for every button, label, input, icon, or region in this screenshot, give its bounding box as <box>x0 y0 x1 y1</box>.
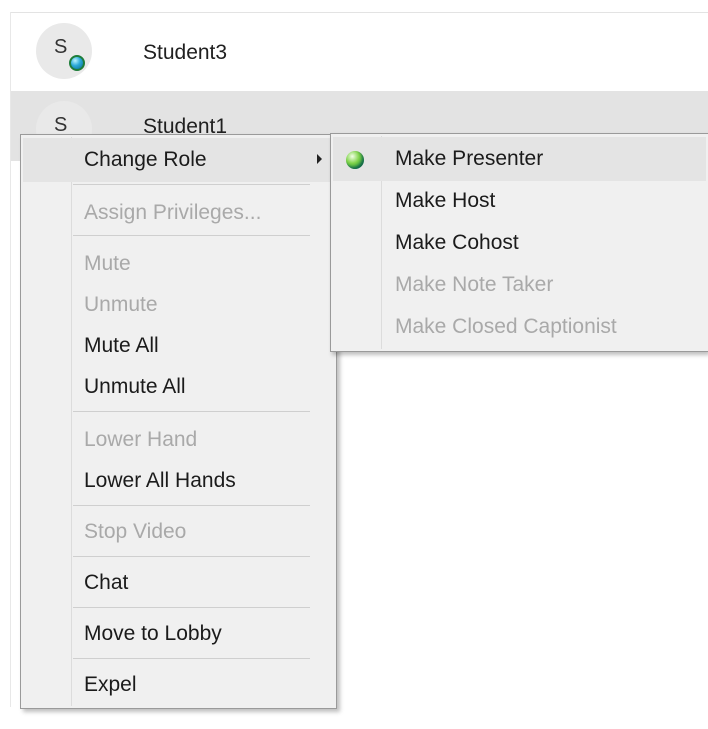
menu-item-assign-privileges[interactable]: Assign Privileges... <box>23 191 334 235</box>
menu-item-label: Lower Hand <box>84 428 198 451</box>
menu-item-label: Assign Privileges... <box>84 201 262 224</box>
participant-row-student3[interactable]: S Student3 <box>11 13 708 91</box>
submenu-item-make-host[interactable]: Make Host <box>333 179 706 223</box>
avatar-initial: S <box>54 36 68 58</box>
submenu-arrow-icon <box>317 154 322 164</box>
participant-context-menu: Change Role Assign Privileges... Mute Un… <box>20 134 337 709</box>
menu-item-label: Unmute <box>84 293 158 316</box>
submenu-item-make-cohost[interactable]: Make Cohost <box>333 221 706 265</box>
menu-item-label: Expel <box>84 673 137 696</box>
menu-separator <box>73 411 310 412</box>
presenter-ball-icon <box>346 151 364 169</box>
avatar: S <box>36 23 92 79</box>
menu-item-label: Unmute All <box>84 375 186 398</box>
menu-item-expel[interactable]: Expel <box>23 663 334 707</box>
submenu-item-make-presenter[interactable]: Make Presenter <box>333 137 706 181</box>
menu-item-unmute[interactable]: Unmute <box>23 283 334 327</box>
menu-item-label: Make Presenter <box>395 147 544 170</box>
submenu-item-make-note-taker[interactable]: Make Note Taker <box>333 263 706 307</box>
menu-separator <box>73 235 310 236</box>
menu-separator <box>73 505 310 506</box>
menu-item-lower-hand[interactable]: Lower Hand <box>23 418 334 462</box>
menu-item-label: Make Note Taker <box>395 273 554 296</box>
menu-separator <box>73 658 310 659</box>
menu-item-label: Mute <box>84 252 131 275</box>
menu-item-label: Make Closed Captionist <box>395 315 617 338</box>
menu-item-label: Make Host <box>395 189 496 212</box>
menu-item-label: Move to Lobby <box>84 622 222 645</box>
menu-item-label: Change Role <box>84 148 207 171</box>
menu-item-label: Chat <box>84 571 129 594</box>
menu-item-label: Mute All <box>84 334 159 357</box>
menu-item-mute-all[interactable]: Mute All <box>23 324 334 368</box>
menu-separator <box>73 607 310 608</box>
menu-item-stop-video[interactable]: Stop Video <box>23 510 334 554</box>
connection-status-icon <box>69 55 85 71</box>
submenu-item-make-closed-captionist[interactable]: Make Closed Captionist <box>333 305 706 349</box>
menu-item-label: Make Cohost <box>395 231 519 254</box>
menu-separator <box>73 184 310 185</box>
menu-item-label: Stop Video <box>84 520 187 543</box>
participant-name: Student3 <box>143 41 228 64</box>
change-role-submenu: Make Presenter Make Host Make Cohost Mak… <box>330 133 708 352</box>
menu-item-chat[interactable]: Chat <box>23 561 334 605</box>
menu-separator <box>73 556 310 557</box>
menu-item-lower-all-hands[interactable]: Lower All Hands <box>23 459 334 503</box>
menu-item-mute[interactable]: Mute <box>23 242 334 286</box>
menu-item-move-to-lobby[interactable]: Move to Lobby <box>23 612 334 656</box>
menu-item-label: Lower All Hands <box>84 469 236 492</box>
menu-item-change-role[interactable]: Change Role <box>23 138 334 182</box>
menu-item-unmute-all[interactable]: Unmute All <box>23 365 334 409</box>
participants-panel: S Student3 S Student1 Change Role Assign… <box>0 0 708 729</box>
